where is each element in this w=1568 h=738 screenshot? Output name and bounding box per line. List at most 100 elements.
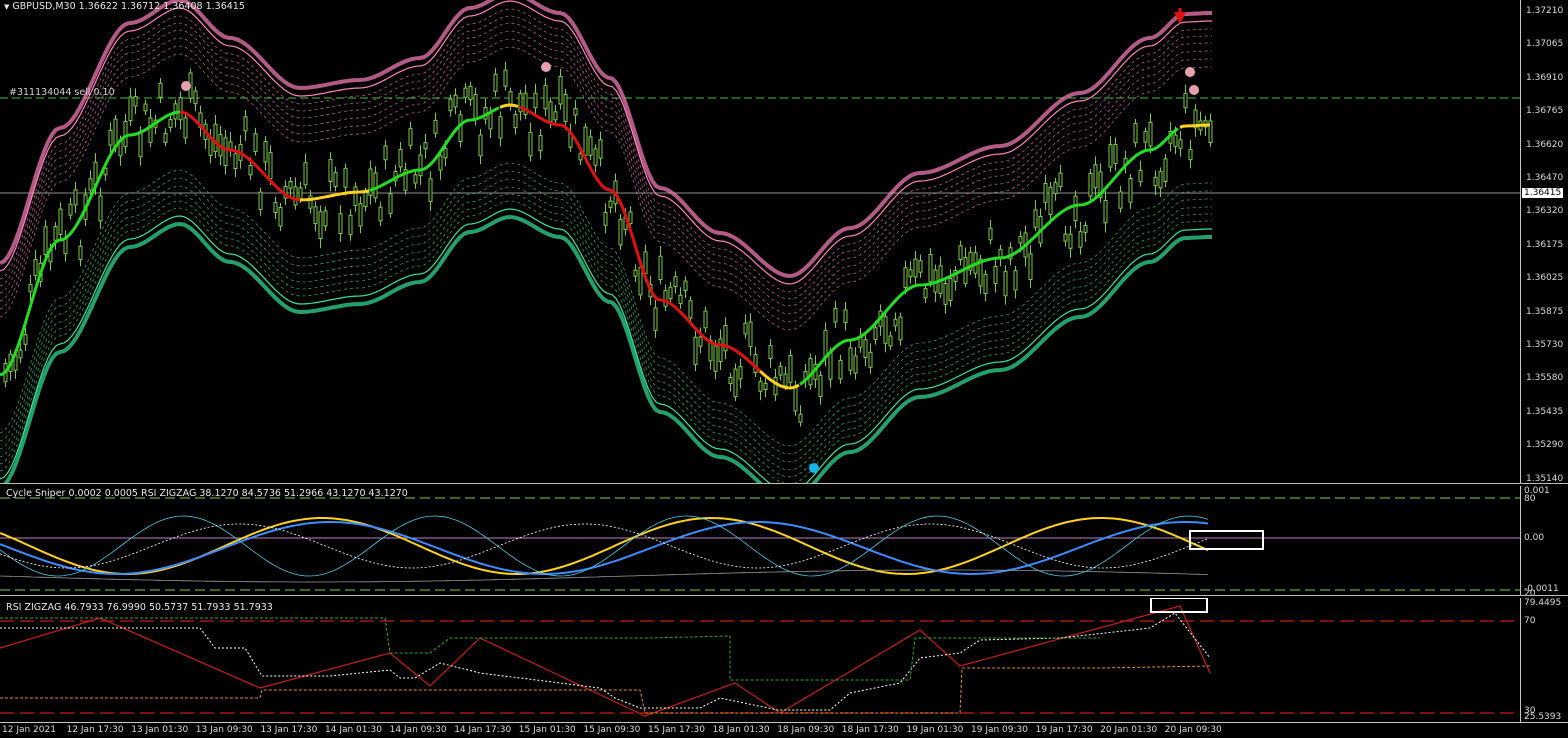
candle-body [113, 118, 118, 147]
candle-body [378, 206, 383, 222]
candle-body [883, 316, 888, 344]
candle-body [653, 307, 658, 331]
candle-body [503, 69, 508, 87]
candle-body [353, 186, 358, 206]
candle-body [588, 136, 593, 156]
candle-body [108, 129, 113, 146]
candle-body [293, 186, 298, 206]
candle-body [638, 266, 643, 296]
indicator1-title: Cycle Sniper 0.0002 0.0005 RSI ZIGZAG 38… [6, 488, 408, 499]
candle-body [23, 334, 28, 345]
trade-label: #311134044 sell 0.10 [9, 87, 115, 98]
chart-header: ▼ GBPUSD,M30 1.36622 1.36712 1.36408 1.3… [4, 1, 245, 12]
time-tick-label: 15 Jan 01:30 [518, 725, 576, 735]
time-tick-label: 18 Jan 09:30 [777, 725, 835, 735]
candle-body [1108, 144, 1113, 168]
indicator2-axis[interactable]: 79.4495 70 30 25.5393 [1520, 598, 1568, 722]
cycle-sniper-pane[interactable]: Cycle Sniper 0.0002 0.0005 RSI ZIGZAG 38… [0, 486, 1520, 595]
candle-body [798, 413, 803, 423]
lower-band-line [0, 200, 1212, 483]
candle-body [573, 108, 578, 116]
candle-body [463, 87, 468, 98]
indicator1-axis[interactable]: 0.001 80 0.00 -0.0011 20 [1520, 486, 1568, 599]
candle-body [698, 336, 703, 347]
candle-body [583, 126, 588, 156]
rsi-zigzag-canvas[interactable] [0, 598, 1520, 722]
candle-body [848, 347, 853, 371]
candle-body [498, 116, 503, 139]
price-tick-label: 1.36175 [1526, 239, 1564, 250]
candle-body [778, 365, 783, 376]
time-axis[interactable]: 12 Jan 2021 12 Jan 17:30 13 Jan 01:30 13 Ja… [0, 722, 1568, 738]
upper-band-line [0, 0, 1212, 278]
candle-body [918, 260, 923, 273]
candle-body [78, 245, 83, 260]
candle-body [1053, 182, 1058, 195]
candle-body [998, 248, 1003, 258]
rsi-zigzag-pane[interactable]: RSI ZIGZAG 46.7933 76.9990 50.5737 51.79… [0, 598, 1520, 722]
candle-body [758, 381, 763, 392]
candle-body [88, 178, 93, 191]
candle-body [253, 133, 258, 152]
candle-body [133, 96, 138, 107]
candle-body [433, 119, 438, 134]
candle-body [538, 135, 543, 152]
candle-body [833, 307, 838, 323]
main-chart-pane[interactable]: ▼ GBPUSD,M30 1.36622 1.36712 1.36408 1.3… [0, 0, 1520, 483]
candle-body [1083, 225, 1088, 233]
candle-body [323, 210, 328, 227]
candle-body [873, 327, 878, 340]
candle-body [763, 382, 768, 390]
candle-body [1078, 231, 1083, 248]
candle-body [1028, 253, 1033, 280]
time-tick-label: 12 Jan 17:30 [66, 725, 124, 735]
candle-body [168, 119, 173, 128]
candle-body [628, 211, 633, 224]
price-tick-label: 1.36470 [1526, 173, 1564, 183]
price-chart-canvas[interactable] [0, 0, 1520, 483]
candle-body [1103, 200, 1108, 224]
candle-body [783, 373, 788, 387]
candle-body [863, 339, 868, 358]
candle-body [928, 254, 933, 283]
symbol-label: GBPUSD,M30 [12, 1, 76, 12]
candle-body [1128, 178, 1133, 203]
candle-body [138, 131, 143, 158]
candle-body [413, 174, 418, 184]
time-tick-label: 14 Jan 09:30 [389, 725, 447, 735]
candle-body [1048, 186, 1053, 215]
candle-body [633, 269, 638, 277]
candle-body [1068, 233, 1073, 249]
candle-body [493, 73, 498, 92]
time-tick-label: 13 Jan 09:30 [195, 725, 253, 735]
candle-body [28, 284, 33, 293]
candle-body [268, 152, 273, 180]
highlight-box [1150, 598, 1208, 613]
candle-body [1143, 131, 1148, 143]
candle-body [383, 145, 388, 161]
indicator1-tick-label: 80 [1524, 494, 1536, 504]
price-tick-label: 1.36910 [1526, 72, 1564, 83]
candle-body [408, 128, 413, 146]
candle-body [158, 82, 163, 98]
candle-body [68, 203, 73, 216]
cycle-sniper-canvas[interactable] [0, 486, 1520, 595]
candle-body [298, 187, 303, 200]
candle-body [768, 345, 773, 360]
candle-body [1153, 176, 1158, 187]
rsi-dotted-line [0, 612, 1211, 711]
buy-signal-dot [809, 463, 819, 473]
candle-body [603, 212, 608, 226]
price-tick-label: 1.37065 [1526, 39, 1564, 50]
indicator2-title: RSI ZIGZAG 46.7933 76.9990 50.5737 51.79… [6, 602, 273, 613]
candle-body [578, 153, 583, 161]
baseline-line [0, 569, 1209, 583]
price-axis[interactable]: 1.37210 1.37065 1.36910 1.36765 1.36620 1.364… [1520, 0, 1568, 484]
indicator2-tick-label: 25.5393 [1524, 712, 1562, 722]
candle-body [453, 94, 458, 108]
dropdown-icon[interactable]: ▼ [4, 3, 9, 11]
price-tick-label: 1.36025 [1526, 273, 1564, 284]
candle-body [338, 213, 343, 234]
candle-body [1178, 139, 1183, 149]
candle-body [703, 310, 708, 329]
